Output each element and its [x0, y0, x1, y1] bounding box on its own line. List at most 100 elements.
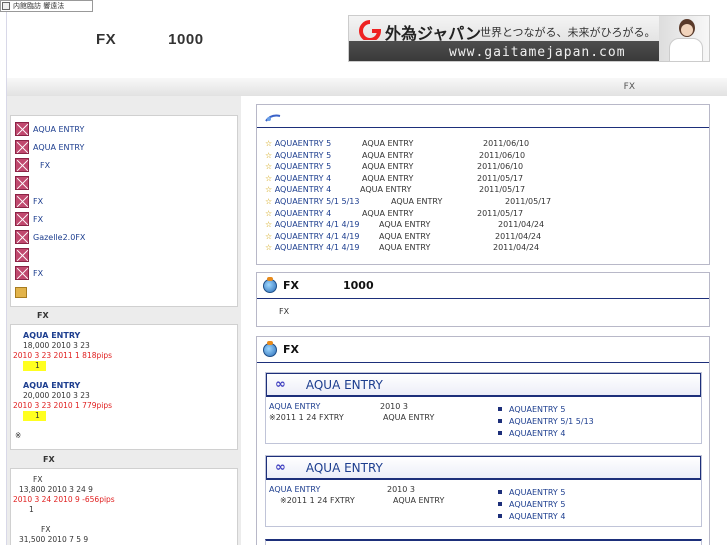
card-2-left1[interactable]: AQUA ENTRY	[269, 485, 320, 494]
record-2-line2: 2010 3 23 2010 1 779pips	[13, 401, 113, 410]
record-1-line2: 2010 3 23 2011 1 818pips	[13, 351, 113, 360]
news-panel: ☆ AQUAENTRY 5 AQUA ENTRY 2011/06/10 ☆ AQUAE…	[256, 104, 710, 265]
card-2-link-3[interactable]: AQUAENTRY 4	[498, 512, 565, 521]
news-title: AQUA ENTRY	[379, 220, 431, 230]
record-4-name[interactable]: FX	[19, 525, 88, 535]
fx-entry-panel: FX ∞ AQUA ENTRY AQUA ENTRY 2010 3 ※2011 …	[256, 336, 710, 545]
sidebar-item-fx-4[interactable]: FX	[15, 266, 43, 280]
site-title[interactable]: FX 1000	[96, 31, 256, 48]
folder-icon	[15, 286, 27, 298]
star-icon: ☆	[265, 220, 273, 230]
x-icon	[15, 140, 29, 154]
aqua-entry-card-1-header[interactable]: ∞ AQUA ENTRY	[266, 373, 701, 397]
news-title: AQUA ENTRY	[362, 150, 414, 160]
x-icon	[15, 248, 29, 262]
card-2-link-2[interactable]: AQUAENTRY 5	[498, 500, 565, 509]
x-icon	[15, 176, 29, 190]
news-link[interactable]: AQUAENTRY 5	[275, 151, 331, 160]
card-1-link-2[interactable]: AQUAENTRY 5/1 5/13	[498, 417, 594, 426]
glasses-icon: ∞	[275, 460, 286, 475]
news-row: ☆ AQUAENTRY 5/1 5/13 AQUA ENTRY 2011/05/17	[265, 197, 551, 206]
star-icon: ☆	[265, 139, 273, 148]
news-link[interactable]: AQUAENTRY 5	[275, 162, 331, 171]
x-icon	[15, 266, 29, 280]
aqua-entry-card-2-header[interactable]: ∞ AQUA ENTRY	[266, 456, 701, 480]
news-divider	[257, 127, 709, 128]
news-link[interactable]: AQUAENTRY 4/1 4/19	[275, 243, 360, 252]
fx1000-panel-header: FX 1000	[257, 273, 709, 299]
sidebar-item-fx-1[interactable]: FX	[15, 158, 50, 172]
news-link[interactable]: AQUAENTRY 4/1 4/19	[275, 232, 360, 241]
star-icon: ☆	[265, 243, 273, 253]
gaitame-japan-banner[interactable]: 外為ジャパン 世界とつながる、未来がひろがる。 www.gaitamejapan…	[348, 15, 710, 62]
record-3-name[interactable]: FX	[19, 475, 115, 485]
news-date: 2011/06/10	[483, 139, 530, 148]
ranking-box-1: AQUA ENTRY 18,000 2010 3 23 2010 3 23 20…	[10, 324, 238, 450]
news-title: AQUA ENTRY	[362, 162, 414, 172]
sidebar-item-aqua-entry-2[interactable]: AQUA ENTRY	[15, 140, 84, 154]
aqua-entry-card-3-partial	[265, 539, 702, 545]
swirl-logo-icon	[359, 20, 382, 40]
card-2-link-1[interactable]: AQUAENTRY 5	[498, 488, 565, 497]
record-2-name[interactable]: AQUA ENTRY	[23, 381, 112, 391]
news-date: 2011/05/17	[479, 185, 526, 195]
banner-url: www.gaitamejapan.com	[449, 45, 626, 60]
news-title: AQUA ENTRY	[362, 173, 414, 183]
record-4-line1: 31,500 2010 7 5 9	[19, 535, 89, 544]
aqua-entry-card-2: ∞ AQUA ENTRY AQUA ENTRY 2010 3 ※2011 1 2…	[265, 455, 702, 527]
card-1-link-3[interactable]: AQUAENTRY 4	[498, 429, 565, 438]
banner-brand: 外為ジャパン	[385, 24, 482, 43]
star-icon: ☆	[265, 185, 273, 195]
news-row: ☆ AQUAENTRY 5 AQUA ENTRY 2011/06/10	[265, 139, 529, 148]
news-date: 2011/04/24	[495, 231, 542, 241]
x-icon	[15, 212, 29, 226]
record-1-rank: 1	[23, 361, 46, 371]
news-title: AQUA ENTRY	[391, 197, 443, 206]
news-link[interactable]: AQUAENTRY 4/1 4/19	[275, 220, 360, 229]
news-title: AQUA ENTRY	[379, 243, 431, 253]
sidebar-item-fx-2[interactable]: FX	[15, 194, 43, 208]
news-date: 2011/06/10	[477, 162, 524, 172]
banner-slogan: 世界とつながる、未来がひろがる。	[480, 26, 656, 39]
aqua-entry-card-1-heading: AQUA ENTRY	[305, 377, 383, 392]
sidebar-item-blank-2[interactable]	[15, 248, 33, 262]
x-icon	[15, 194, 29, 208]
news-logo-icon	[265, 113, 281, 123]
card-1-link-1[interactable]: AQUAENTRY 5	[498, 405, 565, 414]
card-1-left1[interactable]: AQUA ENTRY	[269, 402, 320, 411]
record-3-rank: 1	[29, 505, 34, 514]
news-title: AQUA ENTRY	[379, 231, 431, 241]
x-icon	[15, 230, 29, 244]
record-1-name[interactable]: AQUA ENTRY	[23, 331, 112, 341]
header-band-label: FX	[623, 82, 635, 92]
news-link[interactable]: AQUAENTRY 5	[275, 139, 331, 148]
news-title: AQUA ENTRY	[362, 208, 414, 218]
aqua-entry-card-2-heading: AQUA ENTRY	[305, 460, 383, 475]
news-link[interactable]: AQUAENTRY 5/1 5/13	[275, 197, 360, 206]
record-3-line2: 2010 3 24 2010 9 -656pips	[13, 495, 115, 504]
sidebar-item-blank-1[interactable]	[15, 176, 33, 190]
banner-woman-image	[659, 16, 709, 61]
section1-note: ※	[15, 431, 22, 440]
news-link[interactable]: AQUAENTRY 4	[275, 209, 331, 218]
x-icon	[15, 158, 29, 172]
news-link[interactable]: AQUAENTRY 4	[275, 174, 331, 183]
record-3: FX 13,800 2010 3 24 9 2010 3 24 2010 9 -…	[13, 475, 115, 515]
globe-icon	[263, 276, 277, 293]
fx1000-title-1000: 1000	[343, 279, 374, 292]
x-icon	[15, 122, 29, 136]
sidebar-item-gazelle[interactable]: Gazelle2.0FX	[15, 230, 85, 244]
star-icon: ☆	[265, 150, 273, 160]
news-date: 2011/04/24	[498, 220, 545, 230]
sidebar-item-fx-3[interactable]: FX	[15, 212, 43, 226]
ranking-box-2: FX 13,800 2010 3 24 9 2010 3 24 2010 9 -…	[10, 468, 238, 545]
star-icon: ☆	[265, 208, 273, 218]
card-1-left1b: 2010 3	[380, 402, 408, 411]
news-row: ☆ AQUAENTRY 5 AQUA ENTRY 2011/06/10	[265, 150, 525, 160]
news-link[interactable]: AQUAENTRY 4	[275, 185, 331, 194]
sidebar-item-aqua-entry-1[interactable]: AQUA ENTRY	[15, 122, 84, 136]
news-row: ☆ AQUAENTRY 4 AQUA ENTRY 2011/05/17	[265, 185, 525, 195]
aqua-entry-card-1: ∞ AQUA ENTRY AQUA ENTRY 2010 3 ※2011 1 2…	[265, 372, 702, 444]
news-date: 2011/05/17	[505, 197, 552, 206]
sidebar-item-folder[interactable]	[15, 285, 31, 299]
